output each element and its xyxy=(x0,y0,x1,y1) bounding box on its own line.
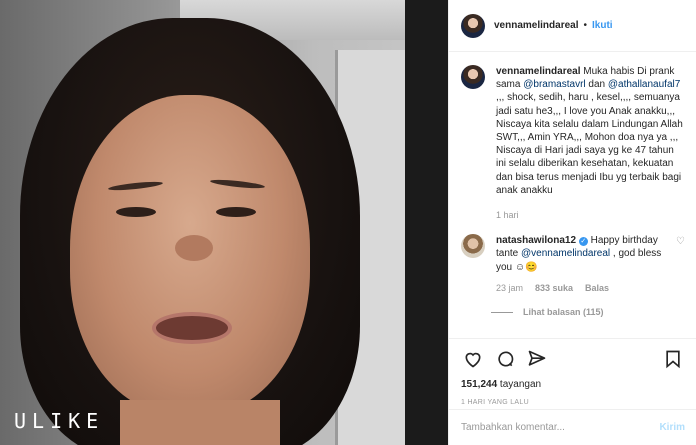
person-mouth xyxy=(152,312,232,344)
right-eyebrow xyxy=(209,178,266,190)
comment-mention[interactable]: @vennamelindareal xyxy=(521,248,610,259)
action-icons xyxy=(461,347,685,371)
app-watermark: ULIKE xyxy=(14,409,105,433)
bookmark-icon[interactable] xyxy=(661,347,685,371)
commenter-username[interactable]: natashawilona12 xyxy=(496,235,576,246)
caption-username[interactable]: vennamelindareal xyxy=(496,66,580,77)
author-username[interactable]: vennamelindareal xyxy=(494,20,578,31)
comment-like-heart-icon[interactable]: ♡ xyxy=(676,236,685,247)
like-heart-icon[interactable] xyxy=(461,347,485,371)
comment-bubble-icon[interactable] xyxy=(493,347,517,371)
reply-button[interactable]: Balas xyxy=(585,282,609,295)
follow-button[interactable]: Ikuti xyxy=(592,20,613,31)
verified-badge-icon: ✓ xyxy=(578,237,588,247)
views-label: tayangan xyxy=(497,379,542,390)
caption-mention-2[interactable]: @athallanaufal7 xyxy=(608,79,680,90)
right-eye xyxy=(216,207,256,217)
comment-meta: 23 jam 833 suka Balas xyxy=(496,282,666,295)
caption-text: dan xyxy=(585,79,608,91)
post-media[interactable]: ULIKE xyxy=(0,0,448,445)
comment-age[interactable]: 23 jam xyxy=(496,282,523,295)
header-separator: • xyxy=(583,20,587,31)
post-panel: vennamelindareal • Ikuti vennamelindarea… xyxy=(448,0,696,445)
caption-mention-1[interactable]: @bramastavrl xyxy=(523,79,585,90)
post-timestamp[interactable]: 1 HARI YANG LALU xyxy=(461,399,685,406)
views-number: 151,244 xyxy=(461,379,498,390)
post-comment-button[interactable]: Kirim xyxy=(659,422,685,433)
view-count[interactable]: 151,244 tayangan xyxy=(461,379,685,390)
view-replies-label: Lihat balasan (115) xyxy=(523,307,604,318)
view-replies-button[interactable]: Lihat balasan (115) xyxy=(491,307,685,317)
person-nose xyxy=(175,235,213,261)
caption-text: ,,, shock, sedih, haru , kesel,,,, semua… xyxy=(496,92,683,196)
comment: natashawilona12 ✓ Happy birthday tante @… xyxy=(461,234,685,295)
caption-avatar[interactable] xyxy=(461,65,485,89)
caption-body: vennamelindareal Muka habis Di prank sam… xyxy=(496,65,685,222)
left-eyebrow xyxy=(107,180,164,192)
author-avatar[interactable] xyxy=(461,13,485,38)
person-neck xyxy=(120,400,280,445)
comments-section[interactable]: vennamelindareal Muka habis Di prank sam… xyxy=(449,53,696,336)
share-send-icon[interactable] xyxy=(525,347,549,371)
caption: vennamelindareal Muka habis Di prank sam… xyxy=(461,65,685,222)
comment-likes[interactable]: 833 suka xyxy=(535,282,573,295)
replies-line xyxy=(491,311,513,313)
post-header: vennamelindareal • Ikuti xyxy=(449,0,696,52)
dark-edge xyxy=(405,0,448,445)
add-comment-bar: Kirim xyxy=(449,409,696,445)
comment-body: natashawilona12 ✓ Happy birthday tante @… xyxy=(496,234,666,295)
comment-input[interactable] xyxy=(461,422,660,433)
caption-age[interactable]: 1 hari xyxy=(496,209,685,222)
post-actions: 151,244 tayangan 1 HARI YANG LALU xyxy=(449,338,696,406)
commenter-avatar[interactable] xyxy=(461,234,485,259)
left-eye xyxy=(116,207,156,217)
